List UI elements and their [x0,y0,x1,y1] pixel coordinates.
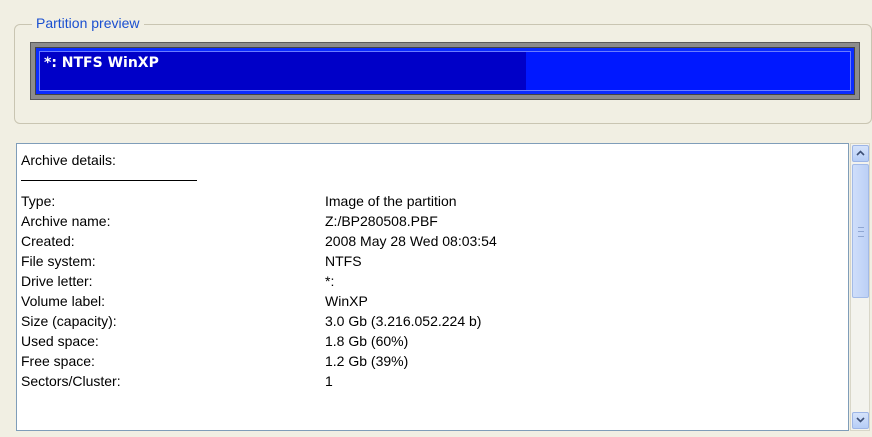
partition-bar-text: *: NTFS WinXP [44,55,159,71]
detail-value: WinXP [325,293,368,309]
partition-preview-label: Partition preview [32,14,144,32]
detail-key: Volume label: [21,293,106,309]
detail-row-sectors-cluster: Sectors/Cluster: 1 [21,373,848,393]
detail-value: 3.0 Gb (3.216.052.224 b) [325,313,482,329]
detail-value: 2008 May 28 Wed 08:03:54 [325,233,497,249]
chevron-down-icon [856,416,865,426]
detail-value: Z:/BP280508.PBF [325,213,438,229]
detail-key: Free space: [21,353,95,369]
detail-row-archive-name: Archive name: Z:/BP280508.PBF [21,213,848,233]
detail-value: 1 [325,373,333,389]
detail-row-used-space: Used space: 1.8 Gb (60%) [21,333,848,353]
detail-value: NTFS [325,253,362,269]
detail-value: Image of the partition [325,193,457,209]
details-rows: Type: Image of the partition Archive nam… [21,193,848,393]
detail-row-drive-letter: Drive letter: *: [21,273,848,293]
archive-details-title: Archive details: [21,152,116,168]
detail-key: Archive name: [21,213,111,229]
detail-row-size: Size (capacity): 3.0 Gb (3.216.052.224 b… [21,313,848,333]
detail-row-file-system: File system: NTFS [21,253,848,273]
detail-value: 1.2 Gb (39%) [325,353,409,369]
detail-key: Sectors/Cluster: [21,373,121,389]
grip-icon [858,227,864,237]
detail-value: *: [325,273,335,289]
scroll-up-button[interactable] [852,145,869,162]
detail-key: File system: [21,253,96,269]
details-scrollbar[interactable] [850,143,870,431]
partition-bar[interactable]: *: NTFS WinXP [35,47,855,95]
scroll-down-button[interactable] [852,412,869,429]
partition-used-fill [39,51,851,91]
detail-row-free-space: Free space: 1.2 Gb (39%) [21,353,848,373]
detail-key: Drive letter: [21,273,93,289]
detail-row-volume-label: Volume label: WinXP [21,293,848,313]
detail-key: Created: [21,233,75,249]
detail-key: Used space: [21,333,99,349]
detail-value: 1.8 Gb (60%) [325,333,409,349]
detail-key: Size (capacity): [21,313,117,329]
detail-row-created: Created: 2008 May 28 Wed 08:03:54 [21,233,848,253]
partition-bar-frame: *: NTFS WinXP [30,42,860,100]
detail-key: Type: [21,193,56,209]
chevron-up-icon [856,149,865,159]
scroll-thumb[interactable] [852,164,869,298]
details-divider [21,180,197,181]
archive-details-panel: Archive details: Type: Image of the part… [16,143,849,431]
detail-row-type: Type: Image of the partition [21,193,848,213]
